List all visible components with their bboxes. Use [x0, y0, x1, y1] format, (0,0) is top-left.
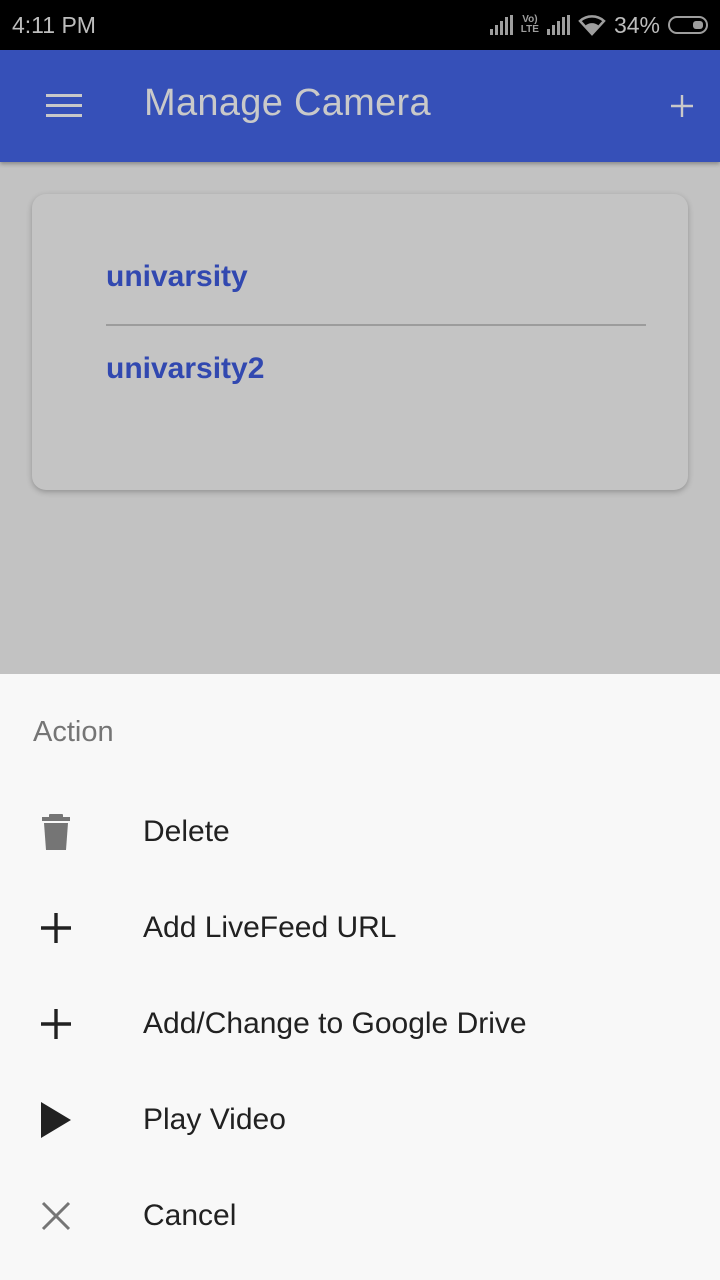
add-camera-button[interactable] — [668, 86, 696, 126]
action-label-delete: Delete — [143, 815, 230, 848]
page-title: Manage Camera — [144, 82, 431, 124]
action-delete[interactable]: Delete — [0, 784, 720, 880]
list-divider — [106, 324, 646, 326]
action-label-google-drive: Add/Change to Google Drive — [143, 1007, 527, 1040]
hamburger-menu-icon[interactable] — [46, 94, 82, 118]
app-bar: Manage Camera — [0, 50, 720, 162]
plus-icon — [34, 1002, 78, 1046]
action-bottom-sheet: Action Delete Add LiveFeed URL Add/Chang… — [0, 674, 720, 1280]
camera-item-univarsity2[interactable]: univarsity2 — [106, 352, 264, 386]
battery-percent: 34% — [613, 11, 660, 38]
battery-icon — [668, 16, 708, 34]
wifi-icon — [578, 15, 606, 36]
plus-icon — [671, 95, 693, 117]
trash-icon — [34, 810, 78, 854]
sheet-title: Action — [33, 716, 114, 748]
action-label-add-livefeed: Add LiveFeed URL — [143, 911, 397, 944]
action-cancel[interactable]: Cancel — [0, 1168, 720, 1264]
camera-list-card: univarsity univarsity2 — [32, 194, 688, 490]
action-play-video[interactable]: Play Video — [0, 1072, 720, 1168]
action-add-livefeed-url[interactable]: Add LiveFeed URL — [0, 880, 720, 976]
volte-icon: Vo) LTE — [520, 14, 539, 35]
signal-strength-icon-2 — [546, 15, 570, 35]
status-bar: 4:11 PM Vo) LTE 34% — [0, 0, 720, 50]
action-add-google-drive[interactable]: Add/Change to Google Drive — [0, 976, 720, 1072]
action-label-play-video: Play Video — [143, 1103, 286, 1136]
close-icon — [34, 1194, 78, 1238]
status-icons: Vo) LTE 34% — [489, 11, 708, 39]
camera-item-univarsity[interactable]: univarsity — [106, 260, 248, 294]
status-time: 4:11 PM — [12, 11, 96, 38]
play-icon — [34, 1098, 78, 1142]
plus-icon — [34, 906, 78, 950]
signal-strength-icon — [489, 15, 513, 35]
action-label-cancel: Cancel — [143, 1199, 237, 1232]
